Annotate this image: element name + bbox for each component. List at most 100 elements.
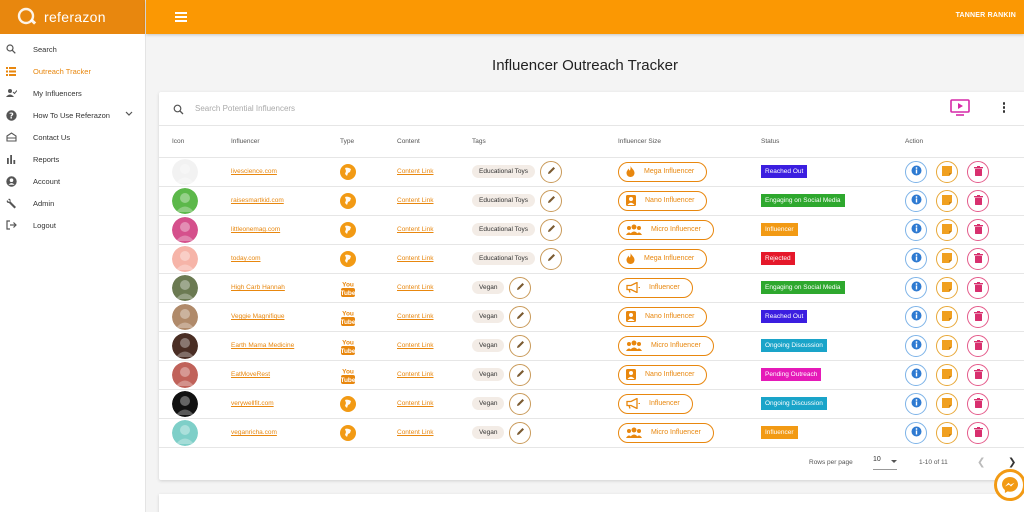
- edit-tags-button[interactable]: [540, 218, 563, 241]
- status-badge[interactable]: Pending Outreach: [761, 368, 822, 381]
- delete-button[interactable]: [967, 421, 989, 444]
- info-button[interactable]: [905, 189, 927, 212]
- delete-button[interactable]: [967, 305, 989, 328]
- info-button[interactable]: [905, 218, 927, 241]
- column-header-tags[interactable]: Tags: [472, 126, 618, 158]
- status-badge[interactable]: Ongoing Discussion: [761, 397, 827, 410]
- sidebar-item-how-to-use[interactable]: ? How To Use Referazon: [0, 104, 145, 126]
- influencer-link[interactable]: High Carb Hannah: [231, 284, 285, 291]
- notes-button[interactable]: [936, 421, 958, 444]
- more-options-icon[interactable]: [1002, 102, 1006, 114]
- edit-tags-button[interactable]: [509, 305, 532, 328]
- influencer-size-chip[interactable]: Mega Influencer: [618, 161, 708, 182]
- edit-tags-button[interactable]: [509, 334, 532, 357]
- status-badge[interactable]: Influencer: [761, 426, 798, 439]
- content-link[interactable]: Content Link: [397, 226, 434, 233]
- content-link[interactable]: Content Link: [397, 313, 434, 320]
- influencer-link[interactable]: EatMoveRest: [231, 371, 270, 378]
- column-header-status[interactable]: Status: [761, 126, 905, 158]
- content-link[interactable]: Content Link: [397, 400, 434, 407]
- status-badge[interactable]: Rejected: [761, 252, 795, 265]
- notes-button[interactable]: [936, 305, 958, 328]
- sidebar-item-my-influencers[interactable]: My Influencers: [0, 82, 145, 104]
- influencer-size-chip[interactable]: Nano Influencer: [618, 306, 708, 327]
- edit-tags-button[interactable]: [540, 189, 563, 212]
- chevron-left-icon[interactable]: ❮: [977, 457, 985, 468]
- influencer-size-chip[interactable]: Micro Influencer: [618, 219, 714, 240]
- content-link[interactable]: Content Link: [397, 342, 434, 349]
- notes-button[interactable]: [936, 363, 958, 386]
- sidebar-item-outreach-tracker[interactable]: Outreach Tracker: [0, 60, 145, 82]
- sidebar-item-search[interactable]: Search: [0, 38, 145, 60]
- column-header-content[interactable]: Content: [397, 126, 472, 158]
- column-header-type[interactable]: Type: [340, 126, 397, 158]
- status-badge[interactable]: Influencer: [761, 223, 798, 236]
- influencer-link[interactable]: verywellfit.com: [231, 400, 274, 407]
- content-link[interactable]: Content Link: [397, 429, 434, 436]
- info-button[interactable]: [905, 392, 927, 415]
- influencer-size-chip[interactable]: Micro Influencer: [618, 422, 714, 443]
- info-button[interactable]: [905, 421, 927, 444]
- sidebar-item-logout[interactable]: Logout: [0, 214, 145, 236]
- edit-tags-button[interactable]: [540, 160, 563, 183]
- info-button[interactable]: [905, 305, 927, 328]
- edit-tags-button[interactable]: [509, 392, 532, 415]
- notes-button[interactable]: [936, 392, 958, 415]
- content-link[interactable]: Content Link: [397, 255, 434, 262]
- status-badge[interactable]: Engaging on Social Media: [761, 281, 845, 294]
- notes-button[interactable]: [936, 334, 958, 357]
- influencer-link[interactable]: raisesmartkid.com: [231, 197, 284, 204]
- status-badge[interactable]: Reached Out: [761, 165, 808, 178]
- influencer-link[interactable]: Veggie Magnifique: [231, 313, 285, 320]
- content-link[interactable]: Content Link: [397, 197, 434, 204]
- delete-button[interactable]: [967, 334, 989, 357]
- notes-button[interactable]: [936, 247, 958, 270]
- info-button[interactable]: [905, 247, 927, 270]
- info-button[interactable]: [905, 276, 927, 299]
- edit-tags-button[interactable]: [509, 421, 532, 444]
- edit-tags-button[interactable]: [509, 276, 532, 299]
- delete-button[interactable]: [967, 218, 989, 241]
- delete-button[interactable]: [967, 276, 989, 299]
- delete-button[interactable]: [967, 160, 989, 183]
- influencer-link[interactable]: Earth Mama Medicine: [231, 342, 294, 349]
- influencer-link[interactable]: littleonemag.com: [231, 226, 280, 233]
- info-button[interactable]: [905, 363, 927, 386]
- content-link[interactable]: Content Link: [397, 168, 434, 175]
- sidebar-item-account[interactable]: Account: [0, 170, 145, 192]
- notes-button[interactable]: [936, 189, 958, 212]
- influencer-link[interactable]: today.com: [231, 255, 261, 262]
- status-badge[interactable]: Engaging on Social Media: [761, 194, 845, 207]
- chevron-down-icon[interactable]: [125, 110, 133, 119]
- column-header-influencer[interactable]: Influencer: [231, 126, 340, 158]
- notes-button[interactable]: [936, 218, 958, 241]
- influencer-link[interactable]: veganricha.com: [231, 429, 277, 436]
- delete-button[interactable]: [967, 363, 989, 386]
- delete-button[interactable]: [967, 189, 989, 212]
- search-input[interactable]: [195, 100, 595, 116]
- status-badge[interactable]: Reached Out: [761, 310, 808, 323]
- info-button[interactable]: [905, 160, 927, 183]
- notes-button[interactable]: [936, 160, 958, 183]
- menu-icon[interactable]: [175, 12, 187, 22]
- video-tutorial-icon[interactable]: [950, 99, 970, 122]
- notes-button[interactable]: [936, 276, 958, 299]
- user-name[interactable]: TANNER RANKIN: [956, 12, 1016, 19]
- sidebar-item-reports[interactable]: Reports: [0, 148, 145, 170]
- sidebar-item-contact-us[interactable]: Contact Us: [0, 126, 145, 148]
- influencer-size-chip[interactable]: Nano Influencer: [618, 364, 708, 385]
- content-link[interactable]: Content Link: [397, 371, 434, 378]
- influencer-link[interactable]: livescience.com: [231, 168, 277, 175]
- delete-button[interactable]: [967, 247, 989, 270]
- influencer-size-chip[interactable]: Influencer: [618, 393, 693, 414]
- influencer-size-chip[interactable]: Influencer: [618, 277, 693, 298]
- messenger-icon[interactable]: [994, 469, 1024, 501]
- column-header-influencer-size[interactable]: Influencer Size: [618, 126, 761, 158]
- edit-tags-button[interactable]: [540, 247, 563, 270]
- status-badge[interactable]: Ongoing Discussion: [761, 339, 827, 352]
- rows-per-page-select[interactable]: 10: [873, 456, 897, 470]
- sidebar-item-admin[interactable]: Admin: [0, 192, 145, 214]
- info-button[interactable]: [905, 334, 927, 357]
- edit-tags-button[interactable]: [509, 363, 532, 386]
- influencer-size-chip[interactable]: Nano Influencer: [618, 190, 708, 211]
